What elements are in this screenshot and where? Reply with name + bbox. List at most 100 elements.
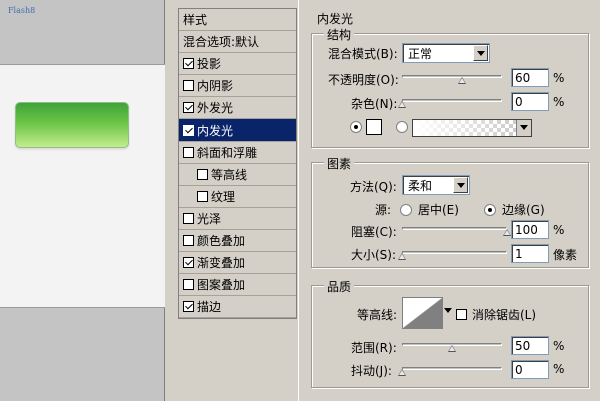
style-label: 图案叠加 [197,278,246,293]
style-label: 内发光 [197,123,234,138]
source-center-label: 居中(E) [418,203,459,217]
jitter-input[interactable]: 0 [511,360,549,379]
antialias-checkbox[interactable] [456,309,467,320]
styles-item[interactable]: 图案叠加 [179,274,296,297]
jitter-value: 0 [515,362,523,377]
choke-label: 阻塞(C): [351,225,397,239]
choke-slider-thumb[interactable] [503,229,511,236]
noise-slider-thumb[interactable] [398,101,406,108]
style-checkbox[interactable] [183,279,194,291]
opacity-slider[interactable] [402,69,502,85]
style-checkbox[interactable] [183,58,194,70]
gradient-fade [413,120,515,136]
choke-unit: % [553,223,565,237]
style-checkbox[interactable] [183,234,194,246]
blend-mode-value: 正常 [408,46,433,61]
range-slider-thumb[interactable] [448,345,456,352]
chevron-down-icon[interactable] [516,120,531,136]
styles-item[interactable]: 纹理 [179,186,296,208]
style-checkbox[interactable] [183,80,194,92]
style-checkbox[interactable] [197,190,208,202]
styles-list: 样式 混合选项:默认 投影内阴影 外发光内发光斜面和浮雕等高线 纹理光泽颜色叠加渐变… [178,8,297,320]
range-slider[interactable] [402,337,502,353]
glow-color-swatch[interactable] [366,119,382,135]
noise-value: 0 [515,94,523,109]
style-checkbox[interactable] [183,102,194,114]
styles-header[interactable]: 样式 [179,9,296,32]
blend-options-item[interactable]: 混合选项:默认 [179,31,296,54]
elements-title: 图素 [324,155,355,172]
contour-label: 等高线: [357,308,398,322]
range-value: 50 [515,338,531,353]
source-edge-label: 边缘(G) [502,203,545,217]
noise-slider[interactable] [398,93,502,109]
size-input[interactable]: 1 [511,244,549,263]
choke-input[interactable]: 100 [511,220,549,239]
size-value: 1 [515,246,523,261]
style-label: 颜色叠加 [197,233,246,248]
method-select[interactable]: 柔和 [402,175,470,195]
styles-item[interactable]: 颜色叠加 [179,230,296,253]
style-checkbox[interactable] [197,168,208,180]
styles-item[interactable]: 等高线 [179,164,296,186]
chevron-down-icon [473,45,488,61]
styles-item[interactable]: 内阴影 [179,75,296,98]
preview-panel: Flash8 [0,0,165,401]
style-checkbox[interactable] [183,212,194,224]
antialias-option[interactable]: 消除锯齿(L) [456,306,536,323]
range-input[interactable]: 50 [511,336,549,355]
source-edge-option[interactable]: 边缘(G) [484,201,545,218]
contour-picker[interactable] [402,297,452,329]
styles-item[interactable]: 描边 [179,296,296,319]
antialias-label: 消除锯齿(L) [472,308,537,322]
blend-options-label: 混合选项:默认 [183,35,260,50]
style-checkbox[interactable] [183,257,194,269]
size-slider-track [402,251,507,254]
structure-title: 结构 [324,26,355,43]
style-checkbox[interactable] [183,146,194,158]
jitter-slider-track [402,367,502,370]
styles-item[interactable]: 光泽 [179,208,296,230]
style-checkbox[interactable] [183,301,194,313]
chevron-down-icon[interactable] [444,308,452,313]
range-unit: % [553,339,565,353]
jitter-slider-thumb[interactable] [398,369,406,376]
noise-label: 杂色(N): [351,97,398,111]
noise-slider-track [402,99,502,102]
style-label: 渐变叠加 [197,256,246,271]
source-edge-radio[interactable] [484,203,496,216]
gradient-radio[interactable] [396,121,408,133]
choke-slider-track [402,227,507,230]
gradient-picker[interactable] [412,119,532,137]
size-slider[interactable] [398,245,507,261]
size-slider-thumb[interactable] [398,253,406,260]
opacity-slider-thumb[interactable] [458,77,466,84]
opacity-input[interactable]: 60 [511,68,549,87]
noise-input[interactable]: 0 [511,92,549,111]
styles-item[interactable]: 渐变叠加 [179,252,296,275]
solid-color-radio[interactable] [350,121,362,133]
style-label: 描边 [197,300,222,315]
style-checkbox[interactable] [183,124,194,136]
range-label: 范围(R): [351,341,397,355]
style-label: 斜面和浮雕 [197,145,258,160]
styles-item[interactable]: 外发光 [179,97,296,120]
source-label: 源: [375,203,392,217]
source-center-option[interactable]: 居中(E) [400,201,459,218]
jitter-label: 抖动(J): [351,364,392,378]
size-unit: 像素 [553,248,578,262]
styles-item[interactable]: 内发光 [179,119,296,142]
style-label: 光泽 [197,211,222,226]
styles-item[interactable]: 斜面和浮雕 [179,142,296,164]
opacity-label: 不透明度(O): [328,73,399,87]
method-label: 方法(Q): [350,180,397,194]
noise-unit: % [553,95,565,109]
opacity-slider-track [402,75,502,78]
style-label: 投影 [197,57,222,72]
blend-mode-label: 混合模式(B): [328,47,398,61]
styles-item[interactable]: 投影 [179,53,296,76]
choke-slider[interactable] [402,221,511,237]
source-center-radio[interactable] [400,203,412,216]
blend-mode-select[interactable]: 正常 [402,43,490,63]
jitter-slider[interactable] [398,361,502,377]
